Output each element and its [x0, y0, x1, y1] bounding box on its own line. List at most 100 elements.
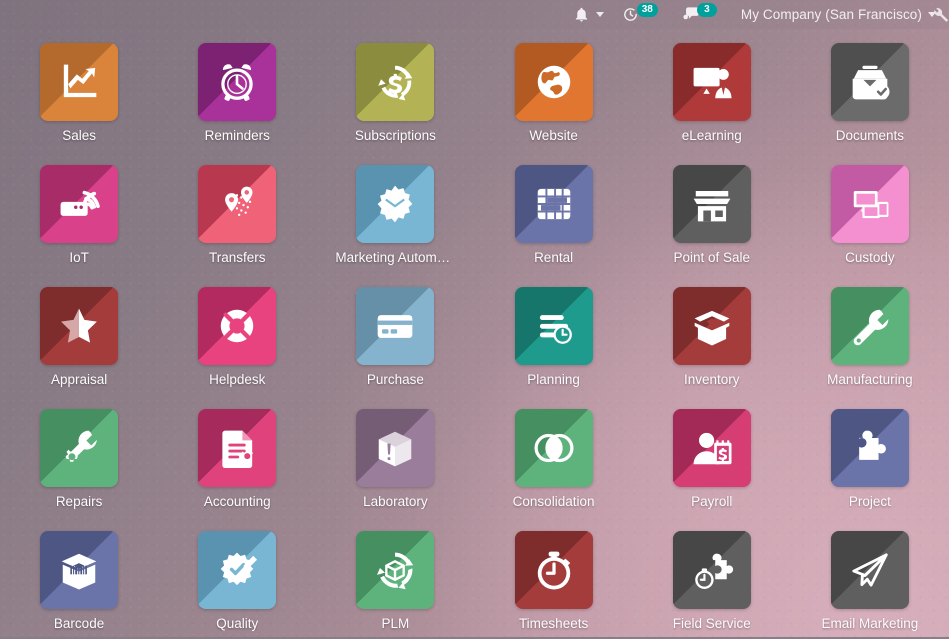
app-label: Rental [534, 250, 574, 265]
app-tile-accounting[interactable]: Accounting [158, 395, 316, 517]
app-grid: Sales Reminders Subscriptions Website eLearn… [0, 29, 949, 637]
company-switcher[interactable]: My Company (San Francisco) [732, 0, 945, 29]
app-label: Subscriptions [354, 128, 436, 143]
person-payslip-icon[interactable] [672, 409, 751, 487]
company-name-label: My Company (San Francisco) [740, 7, 922, 22]
systray: 38 3 My Company (San Francisco) [0, 0, 949, 29]
app-label: Documents [835, 128, 905, 143]
notification-bell-menu[interactable] [564, 0, 613, 29]
tasks-clock-icon[interactable] [514, 287, 593, 365]
app-label: Point of Sale [673, 250, 751, 265]
app-label: eLearning [681, 128, 742, 143]
iot-wifi-box-icon[interactable] [40, 165, 119, 243]
app-tile-helpdesk[interactable]: Helpdesk [158, 273, 316, 395]
app-label: Manufacturing [827, 372, 913, 387]
gear-envelope-icon[interactable] [356, 165, 435, 243]
document-box-check-icon[interactable] [830, 43, 909, 121]
app-tile-plm[interactable]: PLM [316, 517, 474, 639]
app-label: Helpdesk [209, 372, 266, 387]
app-label: Laboratory [363, 494, 428, 509]
calendar-grid-icon[interactable] [514, 165, 593, 243]
sales-chart-icon[interactable] [40, 43, 119, 121]
app-tile-consolidation[interactable]: Consolidation [475, 395, 633, 517]
app-tile-email-marketing[interactable]: Email Marketing [791, 517, 949, 639]
app-tile-elearning[interactable]: eLearning [633, 29, 791, 151]
app-label: Email Marketing [821, 616, 919, 631]
app-tile-planning[interactable]: Planning [475, 273, 633, 395]
app-label: Reminders [204, 128, 270, 143]
cube-recycle-icon[interactable] [356, 531, 435, 609]
presentation-teacher-icon[interactable] [672, 43, 751, 121]
app-label: Inventory [683, 372, 740, 387]
app-tile-appraisal[interactable]: Appraisal [0, 273, 158, 395]
puzzle-stopwatch-icon[interactable] [672, 531, 751, 609]
app-tile-custody[interactable]: Custody [791, 151, 949, 273]
app-tile-barcode[interactable]: Barcode [0, 517, 158, 639]
app-tile-documents[interactable]: Documents [791, 29, 949, 151]
shop-icon[interactable] [672, 165, 751, 243]
app-label: Field Service [672, 616, 751, 631]
app-tile-purchase[interactable]: Purchase [316, 273, 474, 395]
app-tile-inventory[interactable]: Inventory [633, 273, 791, 395]
app-tile-reminders[interactable]: Reminders [158, 29, 316, 151]
activities-menu[interactable]: 38 [613, 0, 673, 29]
open-box-icon[interactable] [672, 287, 751, 365]
app-tile-laboratory[interactable]: Laboratory [316, 395, 474, 517]
app-tile-manufacturing[interactable]: Manufacturing [791, 273, 949, 395]
globe-icon[interactable] [514, 43, 593, 121]
credit-card-icon[interactable] [356, 287, 435, 365]
app-tile-timesheets[interactable]: Timesheets [475, 517, 633, 639]
app-tile-repairs[interactable]: Repairs [0, 395, 158, 517]
app-label: Project [848, 494, 891, 509]
app-label: Timesheets [518, 616, 589, 631]
activities-count-badge: 38 [636, 2, 658, 17]
barcode-box-icon[interactable] [40, 531, 119, 609]
lifebuoy-icon[interactable] [198, 287, 277, 365]
paper-plane-icon[interactable] [830, 531, 909, 609]
app-label: Consolidation [512, 494, 595, 509]
app-tile-subscriptions[interactable]: Subscriptions [316, 29, 474, 151]
app-label: Accounting [203, 494, 271, 509]
map-pins-icon[interactable] [198, 165, 277, 243]
app-tile-website[interactable]: Website [475, 29, 633, 151]
alarm-clock-icon[interactable] [198, 43, 277, 121]
app-label: Repairs [55, 494, 103, 509]
app-label: Transfers [208, 250, 266, 265]
settings-wrench-button[interactable] [929, 5, 949, 25]
wrench-gear-icon[interactable] [40, 409, 119, 487]
app-tile-iot[interactable]: IoT [0, 151, 158, 273]
half-star-icon[interactable] [40, 287, 119, 365]
stopwatch-icon[interactable] [514, 531, 593, 609]
bell-icon [573, 6, 590, 23]
app-label: Purchase [366, 372, 424, 387]
app-label: Sales [62, 128, 96, 143]
app-tile-point-of-sale[interactable]: Point of Sale [633, 151, 791, 273]
cube-alert-icon[interactable] [356, 409, 435, 487]
app-label: PLM [381, 616, 410, 631]
app-label: Marketing Automat… [335, 250, 456, 265]
app-label: Barcode [53, 616, 105, 631]
wrench-icon[interactable] [830, 287, 909, 365]
app-label: Payroll [691, 494, 733, 509]
messages-menu[interactable]: 3 [673, 0, 732, 29]
app-tile-transfers[interactable]: Transfers [158, 151, 316, 273]
screens-icon[interactable] [830, 165, 909, 243]
app-tile-payroll[interactable]: Payroll [633, 395, 791, 517]
app-label: Planning [527, 372, 580, 387]
chevron-down-icon [595, 12, 604, 17]
puzzle-piece-icon[interactable] [830, 409, 909, 487]
app-tile-project[interactable]: Project [791, 395, 949, 517]
app-tile-rental[interactable]: Rental [475, 151, 633, 273]
app-tile-sales[interactable]: Sales [0, 29, 158, 151]
app-tile-field-service[interactable]: Field Service [633, 517, 791, 639]
venn-circles-icon[interactable] [514, 409, 593, 487]
quality-badge-pencil-icon[interactable] [198, 531, 277, 609]
app-label: Appraisal [50, 372, 108, 387]
document-gear-icon[interactable] [198, 409, 277, 487]
app-tile-marketing-automat[interactable]: Marketing Automat… [316, 151, 474, 273]
app-label: IoT [69, 250, 89, 265]
app-label: Quality [216, 616, 259, 631]
app-label: Custody [845, 250, 895, 265]
app-tile-quality[interactable]: Quality [158, 517, 316, 639]
dollar-recycle-icon[interactable] [356, 43, 435, 121]
